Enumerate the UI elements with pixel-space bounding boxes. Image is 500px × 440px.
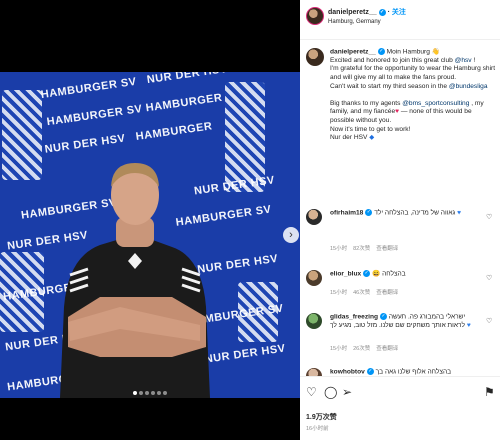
avatar[interactable] [306,209,322,225]
caption-line: Nur der HSV [330,134,368,142]
comment-username[interactable]: ofirhaim18 [330,209,363,216]
follow-button[interactable]: 关注 [392,9,406,16]
verified-icon: ✓ [366,368,374,375]
caption-line: Big thanks to my agents [330,99,403,107]
translate-link[interactable]: 查看翻译 [376,246,398,252]
like-icon[interactable]: ♡ [306,385,317,399]
caption-line: I'm grateful for the opportunity to wear… [330,65,496,82]
caption-line: Can't wait to start my third season in t… [330,82,449,90]
mention-link[interactable]: @bms_sportconsulting [402,100,469,107]
post-header: danielperetz__ ✓ · 关注 Hamburg, Germany [300,0,500,40]
player-figure [60,163,210,398]
verified-icon: ✓ [380,313,388,320]
comment-text: גאווה של מדינה, בהצלחה ילד [374,209,456,217]
post-actions: ♡ ◯ ➢ ⚑ 1.9万次赞 16小时前 [300,376,500,440]
caption-line: Moin Hamburg [386,48,430,56]
emoji-icon: 😀 [372,270,381,278]
post-photo: HAMBURGER SV NUR DER HSV HAMBURGER SV HA… [0,72,300,398]
comment-likes[interactable]: 26次赞 [353,346,370,352]
comment-time: 15小时 [330,346,348,352]
blue-heart-icon: ♥ [457,209,462,217]
bookmark-icon[interactable]: ⚑ [484,385,495,399]
location-link[interactable]: Hamburg, Germany [328,19,381,25]
like-heart-icon[interactable]: ♡ [486,317,492,325]
caption-line: Excited and honored to join this great c… [330,56,455,64]
blue-heart-icon: ♥ [466,321,471,329]
caption-line: Now it's time to get to work! [330,125,411,133]
username-link[interactable]: danielperetz__ [328,9,377,16]
comment-text: בהצלחה אלוף שלנו גאה בך [375,368,452,376]
likes-count[interactable]: 1.9万次赞 [306,412,337,422]
comment-likes[interactable]: 82次赞 [353,246,370,252]
comment-text: בהצלחה [382,270,406,278]
like-heart-icon[interactable]: ♡ [486,213,492,221]
carousel-dots [0,382,300,400]
verified-icon: ✓ [377,48,385,55]
header-username[interactable]: danielperetz__ ✓ · 关注 [328,7,406,17]
comment-username[interactable]: glidas_freezing [330,313,378,320]
waving-hand-icon: 👋 [431,48,440,56]
share-icon[interactable]: ➢ [342,385,352,399]
avatar[interactable] [306,313,322,329]
avatar[interactable] [306,270,322,286]
caption-line: ! [471,56,476,64]
post-time: 16小时前 [306,426,329,432]
comment-icon[interactable]: ◯ [324,385,337,399]
caption-username[interactable]: danielperetz__ [330,48,376,55]
caption-text: danielperetz__ ✓ Moin Hamburg 👋 Excited a… [330,48,496,143]
comment-username[interactable]: elior_blux [330,270,361,277]
post-side-panel: danielperetz__ ✓ · 关注 Hamburg, Germany da… [300,0,500,440]
comment-username[interactable]: kowhobtov [330,368,365,375]
comment-likes[interactable]: 46次赞 [353,290,370,296]
verified-icon: ✓ [363,270,371,277]
translate-link[interactable]: 查看翻译 [376,290,398,296]
comment-time: 15小时 [330,290,348,296]
verified-icon: ✓ [378,8,386,16]
comment-time: 15小时 [330,246,348,252]
post-media: HAMBURGER SV NUR DER HSV HAMBURGER SV HA… [0,0,300,440]
like-heart-icon[interactable]: ♡ [486,274,492,282]
mention-link[interactable]: @hsv [455,57,472,64]
avatar[interactable] [306,48,324,66]
next-arrow-icon[interactable]: › [283,227,299,243]
mention-link[interactable]: @bundesliga [449,83,488,90]
blue-diamond-icon: ◆ [369,134,375,142]
avatar[interactable] [306,7,324,25]
translate-link[interactable]: 查看翻译 [376,346,398,352]
verified-icon: ✓ [365,209,373,216]
